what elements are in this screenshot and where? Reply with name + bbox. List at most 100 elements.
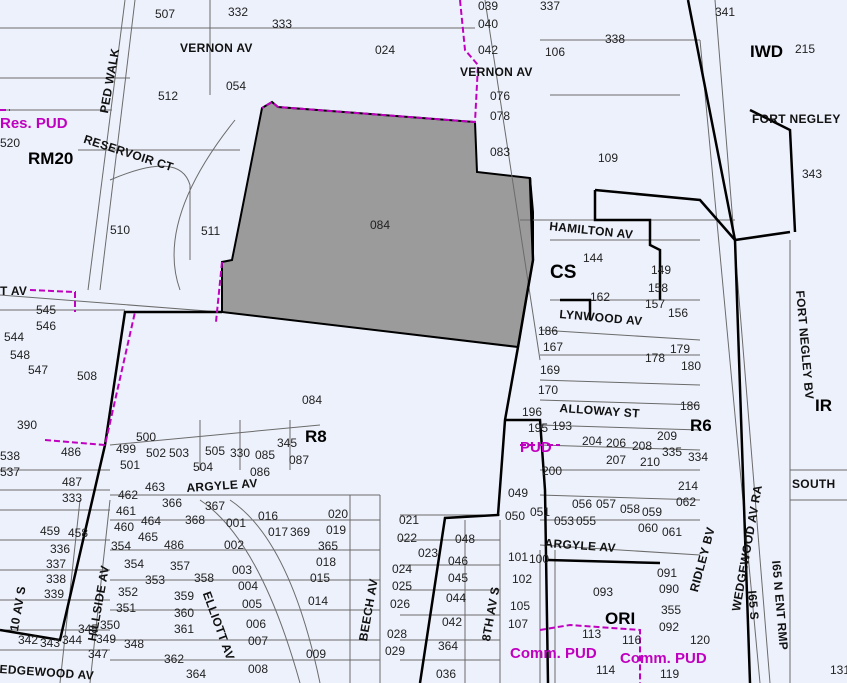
parcel-label: 039 [478,0,499,13]
parcel-label: 330 [230,446,251,460]
parcel-label: 214 [678,479,699,493]
parcel-label: 061 [662,525,683,539]
zone-label-r8: R8 [305,427,327,446]
parcel-label: 051 [530,505,551,519]
parcel-label: 333 [272,17,293,31]
parcel-label: 349 [96,632,117,646]
parcel-label: 343 [40,636,61,650]
parcel-label: 364 [186,667,207,681]
map-geometry [0,0,847,683]
parcel-label: 091 [657,566,678,580]
parcel-label: 025 [392,579,413,593]
parcel-label: 060 [638,521,659,535]
parcel-label: 338 [605,32,626,46]
parcel-label: 364 [438,639,459,653]
parcel-label: 390 [17,418,38,432]
zoning-map[interactable]: VERNON AV VERNON AV PED WALK RESERVOIR C… [0,0,847,683]
parcel-label: 501 [120,458,141,472]
parcel-label: 087 [289,453,310,467]
parcel-label: 462 [118,488,139,502]
parcel-label: 001 [226,516,247,530]
parcel-label: 510 [110,223,131,237]
parcel-label: 354 [111,539,132,553]
street-label-t-av: T AV [0,284,28,298]
parcel-label: 022 [397,531,418,545]
parcel-label: 101 [508,550,529,564]
parcel-label: 186 [538,324,559,338]
parcel-label: 058 [620,502,641,516]
parcel-label: 544 [4,330,25,344]
parcel-label: 102 [512,572,533,586]
parcel-label: 049 [508,486,529,500]
parcel-label-084: 084 [302,393,323,407]
zone-label-iwd: IWD [750,42,784,61]
parcel-label: 018 [316,555,337,569]
parcel-label: 116 [622,633,642,647]
parcel-label: 059 [642,505,663,519]
street-label-vernon-av: VERNON AV [460,65,533,79]
parcel-label: 003 [232,563,253,577]
parcel-label: 504 [193,460,214,474]
parcel-label: 341 [715,5,736,19]
parcel-label: 113 [582,627,602,641]
parcel-label: 078 [490,109,511,123]
parcel-label: 537 [0,465,21,479]
parcel-label: 085 [255,448,276,462]
parcel-label: 343 [802,167,823,181]
parcel-label: 090 [659,582,680,596]
parcel-label: 053 [554,514,575,528]
parcel-label: 020 [328,507,349,521]
parcel-label: 458 [68,526,89,540]
zone-label-ir: IR [815,396,832,415]
parcel-label: 499 [116,442,137,456]
parcel-label: 347 [88,647,109,661]
parcel-label: 538 [0,449,21,463]
parcel-label: 368 [185,513,206,527]
parcel-label: 486 [164,538,185,552]
parcel-label: 352 [118,585,139,599]
parcel-label: 207 [606,453,627,467]
parcel-label: 024 [375,43,396,57]
parcel-label: 196 [522,405,543,419]
parcel-label: 024 [392,562,413,576]
parcel-label: 086 [250,465,271,479]
parcel-label: 107 [508,617,529,631]
parcel-label: 057 [596,497,617,511]
parcel-label: 337 [540,0,561,13]
parcel-label: 044 [446,591,467,605]
parcel-label: 156 [668,306,689,320]
parcel-label: 333 [62,491,83,505]
parcel-label: 040 [478,17,499,31]
parcel-label: 337 [46,557,67,571]
parcel-label: 195 [528,421,549,435]
parcel-label: 131 [830,663,847,677]
parcel-label: 092 [659,620,680,634]
parcel-label: 004 [238,579,259,593]
parcel-label: 006 [246,617,267,631]
parcel-label: 487 [62,475,83,489]
street-label-vernon-av: VERNON AV [180,41,253,55]
street-label-fort-negley: FORT NEGLEY [752,112,841,126]
parcel-label: 342 [18,633,39,647]
parcel-label: 460 [114,520,135,534]
parcel-label: 119 [660,667,680,681]
parcel-label: 512 [158,89,179,103]
parcel-label: 083 [490,145,511,159]
parcel-label: 109 [598,151,619,165]
parcel-label: 353 [145,573,166,587]
zone-label-cs: CS [550,262,577,283]
parcel-label: 463 [145,480,166,494]
parcel-label: 029 [385,644,406,658]
parcel-label: 017 [268,525,289,539]
parcel-label: 105 [510,599,531,613]
parcel-label: 014 [308,594,329,608]
parcel-label: 338 [46,572,67,586]
parcel-label: 158 [648,281,669,295]
overlay-label-comm-pud: Comm. PUD [620,650,707,667]
parcel-label: 520 [0,136,21,150]
parcel-label-084: 084 [370,218,391,232]
parcel-label: 361 [174,622,195,636]
parcel-label: 008 [248,662,269,676]
parcel-label: 486 [61,445,82,459]
parcel-label: 178 [645,351,666,365]
